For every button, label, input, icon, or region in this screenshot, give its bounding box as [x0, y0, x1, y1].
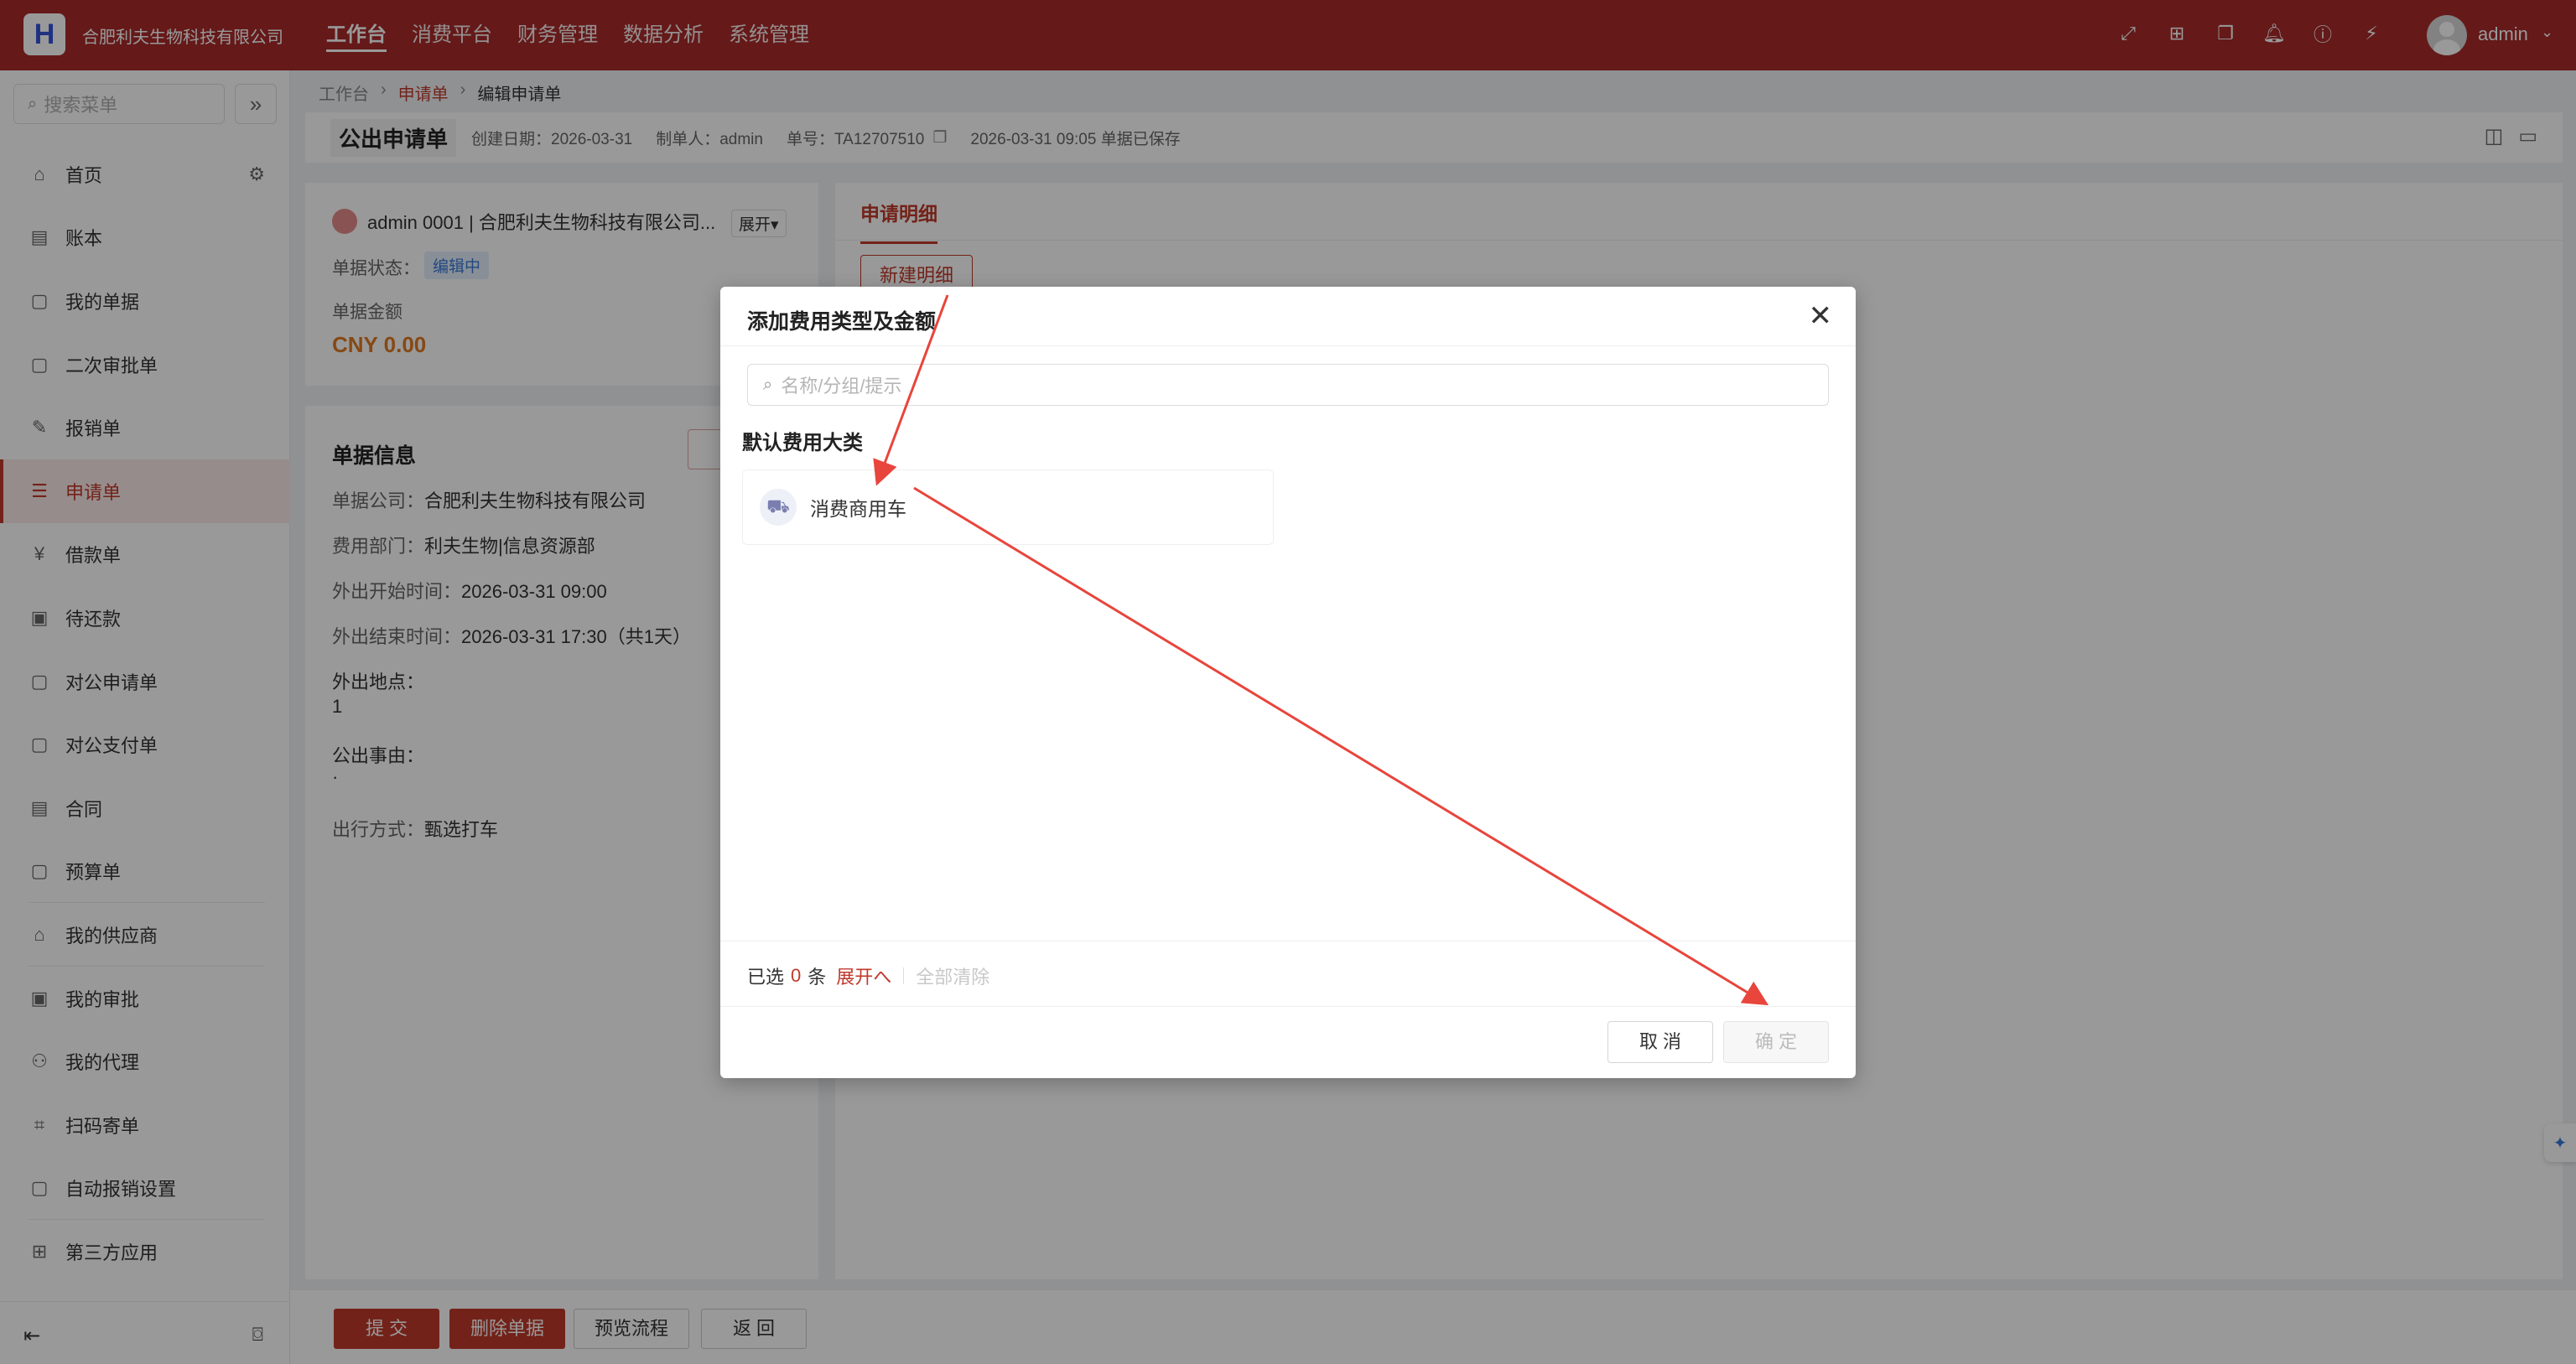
- cancel-button[interactable]: 取 消: [1607, 1021, 1713, 1063]
- selection-summary: 已选 0 条 展开へ 全部清除: [747, 962, 989, 989]
- section-title: 默认费用大类: [742, 432, 863, 454]
- expense-type-label: 消费商用车: [810, 498, 906, 520]
- dialog-title: 添加费用类型及金额: [747, 310, 937, 334]
- dialog-divider: [720, 345, 1856, 346]
- add-expense-dialog: 添加费用类型及金额 ✕ ⌕ 名称/分组/提示 默认费用大类 ⛟ 消费商用车 已选…: [720, 287, 1856, 1078]
- selected-count: 0: [791, 965, 802, 986]
- expense-search-placeholder: 名称/分组/提示: [781, 376, 902, 397]
- search-icon: ⌕: [763, 375, 773, 394]
- expense-type-item[interactable]: ⛟ 消费商用车: [742, 469, 1274, 545]
- selected-suffix: 条: [808, 967, 827, 988]
- divider: [903, 967, 905, 984]
- confirm-button[interactable]: 确 定: [1723, 1021, 1829, 1063]
- clear-all-link[interactable]: 全部清除: [916, 962, 989, 989]
- close-icon[interactable]: ✕: [1809, 302, 1833, 330]
- expand-selected-link[interactable]: 展开へ: [836, 962, 891, 989]
- dialog-divider: [720, 1006, 1856, 1007]
- selected-prefix: 已选: [747, 967, 785, 988]
- expense-search-input[interactable]: ⌕ 名称/分组/提示: [747, 364, 1829, 406]
- car-icon: ⛟: [760, 489, 797, 526]
